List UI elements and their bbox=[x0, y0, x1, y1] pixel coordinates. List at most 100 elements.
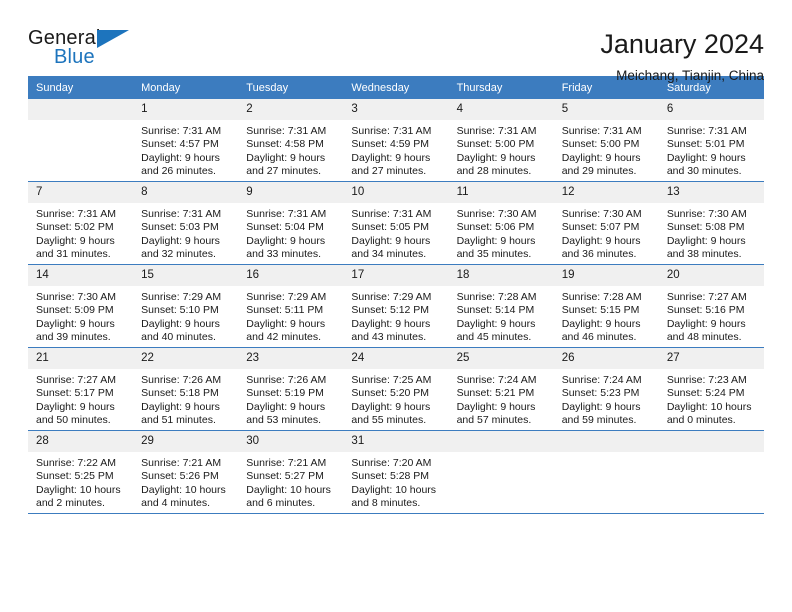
calendar-day-cell[interactable]: 15 Sunrise: 7:29 AM Sunset: 5:10 PM Dayligh… bbox=[133, 264, 239, 348]
calendar-day-cell[interactable]: 1 Sunrise: 7:31 AM Sunset: 4:57 PM Daylight… bbox=[133, 99, 239, 182]
day-daylight-2-line: and 27 minutes. bbox=[246, 164, 321, 177]
day-details: Sunrise: 7:20 AM Sunset: 5:28 PM Daylight:… bbox=[343, 452, 448, 510]
calendar-week-row: 21 Sunrise: 7:27 AM Sunset: 5:17 PM Dayligh… bbox=[28, 347, 764, 431]
calendar-day-cell[interactable]: 2 Sunrise: 7:31 AM Sunset: 4:58 PM Daylight… bbox=[238, 99, 344, 182]
day-details: Sunrise: 7:30 AM Sunset: 5:07 PM Daylight:… bbox=[554, 203, 659, 261]
calendar-day-cell[interactable]: 16 Sunrise: 7:29 AM Sunset: 5:11 PM Dayligh… bbox=[238, 264, 344, 348]
triangle-icon bbox=[97, 30, 129, 48]
day-sunset-line: Sunset: 5:20 PM bbox=[351, 387, 430, 400]
day-sunset-line: Sunset: 5:24 PM bbox=[666, 387, 745, 400]
day-sunrise-line: Sunrise: 7:24 AM bbox=[561, 374, 642, 386]
calendar-week-row: 28 Sunrise: 7:22 AM Sunset: 5:25 PM Dayligh… bbox=[28, 430, 764, 514]
calendar-day-cell[interactable]: 22 Sunrise: 7:26 AM Sunset: 5:18 PM Dayligh… bbox=[133, 347, 239, 431]
day-sunrise-line: Sunrise: 7:31 AM bbox=[141, 125, 222, 137]
calendar-day-cell[interactable]: 29 Sunrise: 7:21 AM Sunset: 5:26 PM Dayligh… bbox=[133, 430, 239, 514]
day-number: 29 bbox=[133, 431, 239, 452]
day-sunrise-line: Sunrise: 7:24 AM bbox=[456, 374, 537, 386]
day-details: Sunrise: 7:30 AM Sunset: 5:06 PM Daylight:… bbox=[449, 203, 554, 261]
day-number: 19 bbox=[553, 265, 659, 286]
calendar-day-cell[interactable]: 23 Sunrise: 7:26 AM Sunset: 5:19 PM Dayligh… bbox=[238, 347, 344, 431]
calendar-cell-empty bbox=[28, 99, 134, 182]
calendar-week-row: 14 Sunrise: 7:30 AM Sunset: 5:09 PM Dayligh… bbox=[28, 264, 764, 348]
day-number: 31 bbox=[343, 431, 449, 452]
calendar-day-cell[interactable]: 12 Sunrise: 7:30 AM Sunset: 5:07 PM Dayligh… bbox=[553, 181, 659, 265]
day-details: Sunrise: 7:31 AM Sunset: 5:04 PM Daylight:… bbox=[238, 203, 343, 261]
day-daylight-2-line: and 8 minutes. bbox=[351, 496, 421, 509]
calendar-cell-empty bbox=[448, 430, 554, 514]
calendar-day-cell[interactable]: 27 Sunrise: 7:23 AM Sunset: 5:24 PM Dayligh… bbox=[658, 347, 764, 431]
day-sunset-line: Sunset: 4:57 PM bbox=[141, 138, 219, 151]
calendar-day-cell[interactable]: 20 Sunrise: 7:27 AM Sunset: 5:16 PM Dayligh… bbox=[658, 264, 764, 348]
calendar-day-cell[interactable]: 9 Sunrise: 7:31 AM Sunset: 5:04 PM Daylight… bbox=[238, 181, 344, 265]
day-details: Sunrise: 7:28 AM Sunset: 5:15 PM Daylight:… bbox=[554, 286, 659, 344]
calendar-day-cell[interactable]: 21 Sunrise: 7:27 AM Sunset: 5:17 PM Dayligh… bbox=[28, 347, 134, 431]
day-sunrise-line: Sunrise: 7:31 AM bbox=[351, 208, 432, 220]
day-number: 12 bbox=[553, 182, 659, 203]
calendar-day-cell[interactable]: 6 Sunrise: 7:31 AM Sunset: 5:01 PM Daylight… bbox=[658, 99, 764, 182]
weekday-header-tuesday: Tuesday bbox=[238, 76, 344, 99]
day-daylight-1-line: Daylight: 9 hours bbox=[351, 151, 431, 164]
day-number bbox=[658, 431, 764, 452]
calendar-day-cell[interactable]: 30 Sunrise: 7:21 AM Sunset: 5:27 PM Dayligh… bbox=[238, 430, 344, 514]
calendar-day-cell[interactable]: 17 Sunrise: 7:29 AM Sunset: 5:12 PM Dayligh… bbox=[343, 264, 449, 348]
calendar-day-cell[interactable]: 4 Sunrise: 7:31 AM Sunset: 5:00 PM Daylight… bbox=[448, 99, 554, 182]
day-daylight-2-line: and 42 minutes. bbox=[246, 330, 321, 343]
day-daylight-1-line: Daylight: 9 hours bbox=[561, 151, 641, 164]
day-sunrise-line: Sunrise: 7:31 AM bbox=[141, 208, 222, 220]
day-sunset-line: Sunset: 5:01 PM bbox=[666, 138, 745, 151]
day-sunrise-line: Sunrise: 7:27 AM bbox=[36, 374, 116, 386]
day-details: Sunrise: 7:23 AM Sunset: 5:24 PM Daylight:… bbox=[659, 369, 764, 427]
calendar-day-cell[interactable]: 19 Sunrise: 7:28 AM Sunset: 5:15 PM Dayligh… bbox=[553, 264, 659, 348]
day-number bbox=[553, 431, 659, 452]
day-sunset-line: Sunset: 4:58 PM bbox=[246, 138, 324, 151]
day-number: 21 bbox=[28, 348, 134, 369]
calendar-day-cell[interactable]: 7 Sunrise: 7:31 AM Sunset: 5:02 PM Daylight… bbox=[28, 181, 134, 265]
calendar-day-cell[interactable]: 3 Sunrise: 7:31 AM Sunset: 4:59 PM Daylight… bbox=[343, 99, 449, 182]
day-sunset-line: Sunset: 5:09 PM bbox=[36, 304, 114, 317]
day-sunrise-line: Sunrise: 7:31 AM bbox=[246, 125, 327, 137]
day-sunrise-line: Sunrise: 7:31 AM bbox=[666, 125, 747, 137]
calendar-day-cell[interactable]: 11 Sunrise: 7:30 AM Sunset: 5:06 PM Dayligh… bbox=[448, 181, 554, 265]
day-sunset-line: Sunset: 5:05 PM bbox=[351, 221, 430, 234]
calendar-day-cell[interactable]: 28 Sunrise: 7:22 AM Sunset: 5:25 PM Dayligh… bbox=[28, 430, 134, 514]
day-sunset-line: Sunset: 5:12 PM bbox=[351, 304, 430, 317]
day-sunrise-line: Sunrise: 7:27 AM bbox=[666, 291, 747, 303]
calendar-day-cell[interactable]: 13 Sunrise: 7:30 AM Sunset: 5:08 PM Dayligh… bbox=[658, 181, 764, 265]
calendar-day-cell[interactable]: 31 Sunrise: 7:20 AM Sunset: 5:28 PM Dayligh… bbox=[343, 430, 449, 514]
day-details: Sunrise: 7:26 AM Sunset: 5:19 PM Daylight:… bbox=[238, 369, 343, 427]
day-daylight-1-line: Daylight: 10 hours bbox=[36, 483, 121, 496]
page-title: January 2024 bbox=[600, 29, 764, 59]
general-blue-logo[interactable]: General Blue bbox=[28, 28, 132, 72]
day-number: 15 bbox=[133, 265, 239, 286]
day-daylight-2-line: and 50 minutes. bbox=[36, 413, 111, 426]
day-number: 28 bbox=[28, 431, 134, 452]
day-number: 22 bbox=[133, 348, 239, 369]
day-sunset-line: Sunset: 5:28 PM bbox=[351, 470, 430, 483]
day-daylight-1-line: Daylight: 10 hours bbox=[351, 483, 437, 496]
day-details: Sunrise: 7:21 AM Sunset: 5:26 PM Daylight:… bbox=[133, 452, 238, 510]
calendar-day-cell[interactable]: 14 Sunrise: 7:30 AM Sunset: 5:09 PM Dayligh… bbox=[28, 264, 134, 348]
calendar-day-cell[interactable]: 24 Sunrise: 7:25 AM Sunset: 5:20 PM Dayligh… bbox=[343, 347, 449, 431]
day-sunset-line: Sunset: 5:19 PM bbox=[246, 387, 324, 400]
day-daylight-1-line: Daylight: 9 hours bbox=[141, 234, 220, 247]
calendar-day-cell[interactable]: 26 Sunrise: 7:24 AM Sunset: 5:23 PM Dayligh… bbox=[553, 347, 659, 431]
calendar-day-cell[interactable]: 25 Sunrise: 7:24 AM Sunset: 5:21 PM Dayligh… bbox=[448, 347, 554, 431]
day-details: Sunrise: 7:31 AM Sunset: 5:02 PM Daylight:… bbox=[28, 203, 133, 261]
day-daylight-1-line: Daylight: 9 hours bbox=[351, 234, 431, 247]
calendar-page: General Blue January 2024 Meichang, Tian… bbox=[0, 0, 792, 612]
day-sunset-line: Sunset: 5:07 PM bbox=[561, 221, 640, 234]
day-sunrise-line: Sunrise: 7:30 AM bbox=[456, 208, 537, 220]
day-sunset-line: Sunset: 5:00 PM bbox=[561, 138, 640, 151]
calendar-day-cell[interactable]: 8 Sunrise: 7:31 AM Sunset: 5:03 PM Daylight… bbox=[133, 181, 239, 265]
calendar-day-cell[interactable]: 5 Sunrise: 7:31 AM Sunset: 5:00 PM Daylight… bbox=[553, 99, 659, 182]
calendar-day-cell[interactable]: 10 Sunrise: 7:31 AM Sunset: 5:05 PM Dayligh… bbox=[343, 181, 449, 265]
day-daylight-2-line: and 46 minutes. bbox=[561, 330, 637, 343]
calendar-day-cell[interactable]: 18 Sunrise: 7:28 AM Sunset: 5:14 PM Dayligh… bbox=[448, 264, 554, 348]
day-sunset-line: Sunset: 5:21 PM bbox=[456, 387, 535, 400]
day-daylight-1-line: Daylight: 9 hours bbox=[456, 234, 536, 247]
day-number: 25 bbox=[448, 348, 554, 369]
day-details: Sunrise: 7:31 AM Sunset: 5:01 PM Daylight:… bbox=[659, 120, 764, 178]
day-daylight-1-line: Daylight: 9 hours bbox=[351, 317, 431, 330]
day-sunset-line: Sunset: 5:00 PM bbox=[456, 138, 535, 151]
calendar-table: Sunday Monday Tuesday Wednesday Thursday… bbox=[28, 76, 764, 514]
